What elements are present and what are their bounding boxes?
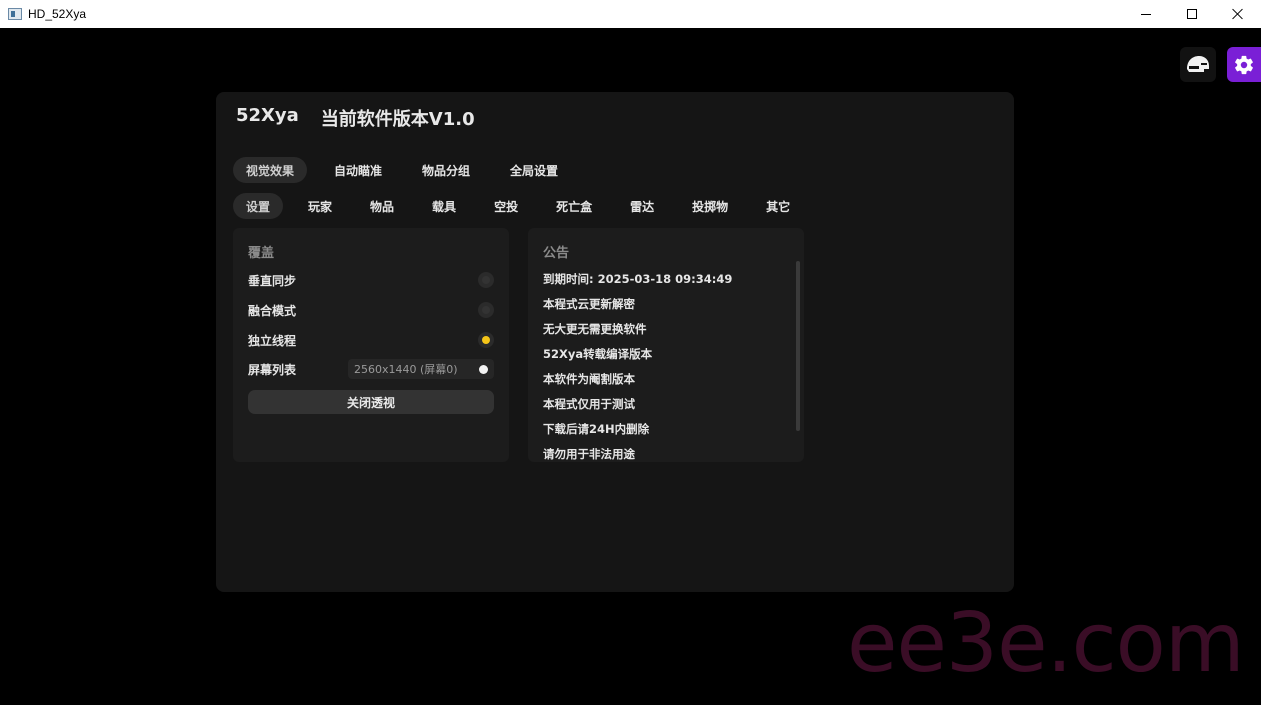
notice-item: 52Xya转载编译版本 <box>543 347 653 361</box>
notice-item: 无大更无需更换软件 <box>543 322 647 336</box>
brand-name: 52Xya <box>236 105 299 126</box>
option-screen-list: 屏幕列表 2560x1440 (屏幕0) <box>248 359 494 379</box>
overlay-card: 覆盖 垂直同步 融合模式 独立线程 屏幕列表 2560x1440 (屏幕0) 关… <box>233 228 509 462</box>
version-text: 当前软件版本V1.0 <box>320 109 475 130</box>
notice-item: 到期时间: 2025-03-18 09:34:49 <box>543 272 733 286</box>
option-blend-mode: 融合模式 <box>248 300 494 320</box>
subtab-radar[interactable]: 雷达 <box>617 193 667 219</box>
gear-icon <box>1235 55 1253 74</box>
overlay-title: 覆盖 <box>248 246 275 261</box>
close-icon <box>1232 8 1244 20</box>
notice-title: 公告 <box>543 246 570 261</box>
notice-item: 本程式仅用于测试 <box>543 397 635 411</box>
subtab-items[interactable]: 物品 <box>357 193 407 219</box>
main-panel: 52Xya 当前软件版本V1.0 视觉效果 自动瞄准 物品分组 全局设置 设置 … <box>216 92 1014 592</box>
window-title: HD_52Xya <box>28 7 87 21</box>
maximize-button[interactable] <box>1169 0 1215 28</box>
window-controls <box>1123 0 1261 28</box>
subtab-players[interactable]: 玩家 <box>295 193 345 219</box>
vsync-toggle[interactable] <box>478 272 494 288</box>
toggle-dot <box>482 336 490 344</box>
option-vsync: 垂直同步 <box>248 270 494 290</box>
notice-scrollbar[interactable] <box>796 261 800 431</box>
subtab-vehicles[interactable]: 载具 <box>419 193 469 219</box>
tab-global-settings[interactable]: 全局设置 <box>497 157 571 183</box>
tab-auto-aim[interactable]: 自动瞄准 <box>321 157 395 183</box>
option-label: 垂直同步 <box>248 273 297 288</box>
sub-tabs: 设置 玩家 物品 载具 空投 死亡盒 雷达 投掷物 其它 <box>233 193 803 219</box>
window-title-bar: HD_52Xya <box>0 0 1261 28</box>
maximize-icon <box>1187 9 1197 19</box>
notice-item: 下载后请24H内删除 <box>543 422 650 436</box>
minimize-button[interactable] <box>1123 0 1169 28</box>
panel-header: 52Xya 当前软件版本V1.0 <box>236 105 475 131</box>
watermark: ee3e.com <box>847 596 1245 691</box>
settings-button[interactable] <box>1227 47 1261 82</box>
toggle-dot <box>482 306 490 314</box>
close-overlay-button[interactable]: 关闭透视 <box>248 390 494 414</box>
subtab-others[interactable]: 其它 <box>753 193 803 219</box>
select-knob-icon <box>479 364 488 374</box>
main-tabs: 视觉效果 自动瞄准 物品分组 全局设置 <box>233 157 571 183</box>
blend-mode-toggle[interactable] <box>478 302 494 318</box>
screen-list-select[interactable]: 2560x1440 (屏幕0) <box>348 359 494 379</box>
tab-item-groups[interactable]: 物品分组 <box>409 157 483 183</box>
notice-list: 到期时间: 2025-03-18 09:34:49 本程式云更新解密 无大更无需… <box>543 272 732 462</box>
option-label: 融合模式 <box>248 303 297 318</box>
independent-thread-toggle[interactable] <box>478 332 494 348</box>
option-label: 独立线程 <box>248 333 297 348</box>
option-independent-thread: 独立线程 <box>248 330 494 350</box>
notice-card: 公告 到期时间: 2025-03-18 09:34:49 本程式云更新解密 无大… <box>528 228 804 462</box>
subtab-airdrops[interactable]: 空投 <box>481 193 531 219</box>
subtab-throwables[interactable]: 投掷物 <box>679 193 741 219</box>
notice-item: 请勿用于非法用途 <box>543 447 635 461</box>
notice-item: 本软件为阉割版本 <box>543 372 635 386</box>
close-window-button[interactable] <box>1215 0 1261 28</box>
helmet-icon <box>1187 55 1209 72</box>
screen-list-value: 2560x1440 (屏幕0) <box>354 363 458 376</box>
helmet-button[interactable] <box>1180 47 1216 82</box>
toggle-dot <box>482 276 490 284</box>
notice-item: 本程式云更新解密 <box>543 297 635 311</box>
subtab-settings[interactable]: 设置 <box>233 193 284 219</box>
minimize-icon <box>1141 13 1151 15</box>
subtab-death-boxes[interactable]: 死亡盒 <box>543 193 605 219</box>
option-label: 屏幕列表 <box>248 362 297 377</box>
app-icon <box>8 8 22 20</box>
tab-visual-effects[interactable]: 视觉效果 <box>233 157 308 183</box>
